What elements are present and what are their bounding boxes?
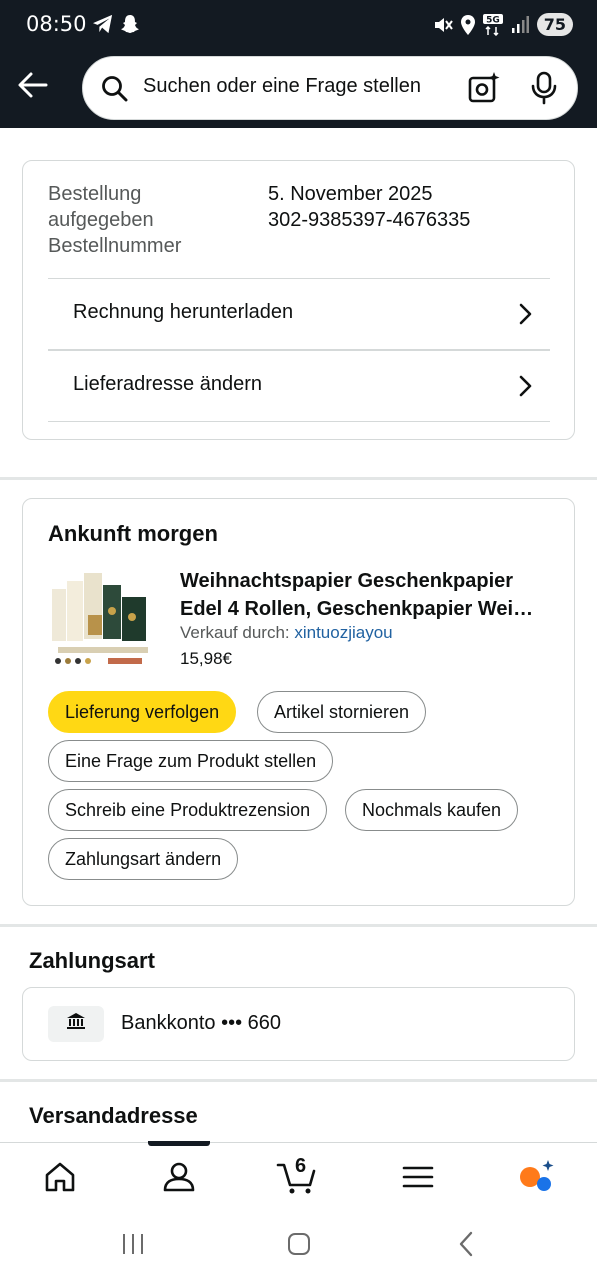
status-time: 08:50 [26, 12, 87, 36]
account-icon[interactable] [159, 1157, 199, 1197]
search-input[interactable] [143, 75, 443, 98]
order-labels: Bestellung aufgegeben Bestellnummer [48, 181, 238, 259]
cart-button[interactable]: 6 [276, 1155, 320, 1197]
order-info-card: Bestellung aufgegeben Bestellnummer 5. N… [22, 160, 575, 440]
seller-line: Verkauf durch: xintuozjiayou [180, 623, 393, 643]
seller-link[interactable]: xintuozjiayou [294, 623, 392, 642]
signal-icon [511, 15, 529, 33]
order-date: 5. November 2025 [268, 183, 433, 205]
search-icon [102, 76, 128, 102]
rufus-icon[interactable] [516, 1157, 556, 1197]
cart-count-badge: 6 [295, 1155, 307, 1177]
notification-icons [92, 14, 140, 34]
track-delivery-button[interactable]: Lieferung verfolgen [48, 691, 237, 733]
chevron-right-icon [519, 375, 532, 397]
buy-again-button[interactable]: Nochmals kaufen [345, 789, 519, 831]
change-address-link[interactable]: Lieferadresse ändern [48, 349, 550, 422]
status-bar: 08:50 5G 75 [0, 0, 597, 52]
bottom-navigation: 6 [0, 1142, 597, 1213]
shipment-card: Ankunft morgen Weihnachtspapier Geschenk… [22, 498, 575, 906]
microphone-icon[interactable] [529, 71, 559, 105]
network-5g-icon: 5G [482, 13, 503, 36]
change-payment-button[interactable]: Zahlungsart ändern [48, 838, 239, 880]
section-divider [0, 1079, 597, 1082]
mute-icon [434, 17, 453, 32]
order-values: 5. November 2025 302-9385397-4676335 [268, 181, 470, 233]
shipping-heading: Versandadresse [29, 1103, 198, 1128]
download-invoice-label: Rechnung herunterladen [73, 301, 294, 323]
svg-text:5G: 5G [486, 15, 500, 25]
order-placed-label: Bestellung aufgegeben [48, 183, 154, 231]
snapchat-icon [121, 15, 139, 33]
location-icon [460, 14, 475, 35]
back-arrow-icon[interactable] [16, 68, 50, 102]
write-review-button[interactable]: Schreib eine Produktrezension [48, 789, 328, 831]
payment-card: Bankkonto ••• 660 [22, 987, 575, 1061]
system-icons: 5G 75 [433, 13, 573, 36]
system-navigation-bar [0, 1212, 597, 1280]
change-address-label: Lieferadresse ändern [73, 373, 263, 395]
product-title[interactable]: Weihnachtspapier Geschenkpapier Edel 4 R… [180, 567, 550, 623]
active-tab-indicator [148, 1141, 210, 1146]
section-divider [0, 477, 597, 480]
telegram-icon [93, 14, 113, 34]
bank-icon [48, 1006, 104, 1042]
cancel-item-button[interactable]: Artikel stornieren [257, 691, 427, 733]
product-price: 15,98€ [180, 649, 232, 668]
payment-method: Bankkonto ••• 660 [121, 1012, 281, 1034]
product-image[interactable] [48, 567, 156, 671]
chevron-right-icon [519, 303, 532, 325]
arrival-heading: Ankunft morgen [48, 521, 218, 546]
battery-indicator: 75 [536, 13, 573, 36]
download-invoice-link[interactable]: Rechnung herunterladen [48, 278, 550, 349]
section-divider [0, 924, 597, 927]
home-button-icon[interactable] [287, 1232, 311, 1256]
order-number-label: Bestellnummer [48, 235, 182, 257]
search-bar[interactable] [82, 56, 578, 120]
order-number: 302-9385397-4676335 [268, 209, 471, 231]
recent-apps-icon[interactable] [120, 1232, 146, 1256]
system-back-icon[interactable] [456, 1230, 476, 1258]
seller-prefix: Verkauf durch: [180, 623, 295, 642]
payment-heading: Zahlungsart [29, 948, 155, 973]
app-header [0, 52, 597, 128]
menu-icon[interactable] [398, 1157, 438, 1197]
home-icon[interactable] [40, 1157, 80, 1197]
ask-question-button[interactable]: Eine Frage zum Produkt stellen [48, 740, 334, 782]
camera-sparkle-icon[interactable] [467, 71, 501, 105]
